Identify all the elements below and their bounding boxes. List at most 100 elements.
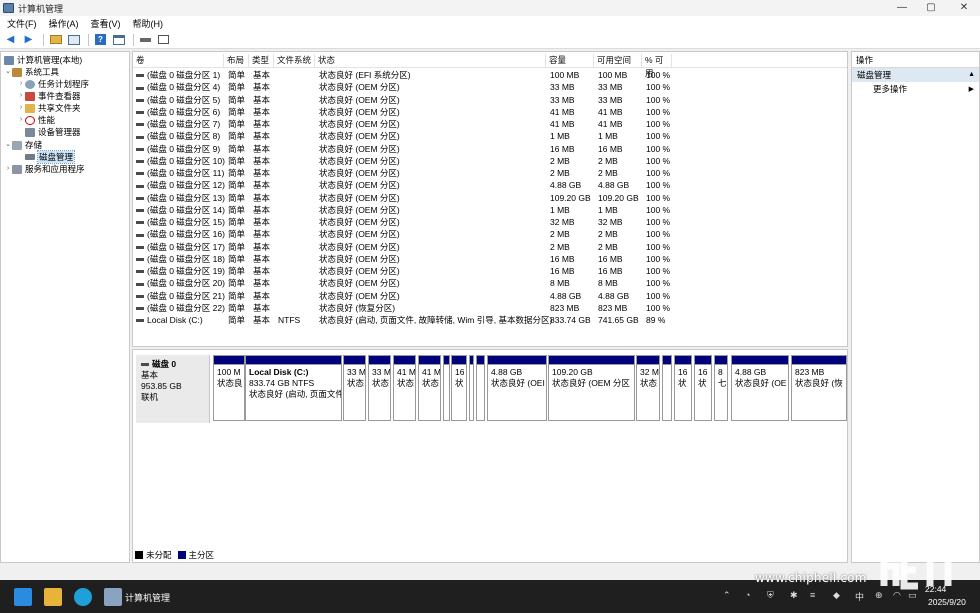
col-header-filesystem[interactable]: 文件系统 xyxy=(274,54,315,67)
collapse-up-icon[interactable]: ▲ xyxy=(968,68,975,82)
collapse-icon[interactable]: ⌄ xyxy=(4,139,12,151)
partition-block[interactable] xyxy=(476,355,485,421)
partition-block[interactable]: 16 状 xyxy=(674,355,692,421)
list-view-icon[interactable] xyxy=(156,33,171,47)
partition-block[interactable]: 33 M 状态 xyxy=(368,355,391,421)
table-row[interactable]: (磁盘 0 磁盘分区 5) 简单 基本 状态良好 (OEM 分区) 33 MB 33 MB… xyxy=(133,94,847,106)
taskbar-app-label[interactable]: 计算机管理 xyxy=(125,591,170,604)
partition-block[interactable] xyxy=(662,355,672,421)
edge-icon[interactable] xyxy=(74,588,92,606)
table-row[interactable]: (磁盘 0 磁盘分区 16) 简单 基本 状态良好 (OEM 分区) 2 MB 2 MB 1… xyxy=(133,228,847,240)
tree-device-manager[interactable]: 设备管理器 xyxy=(25,126,81,138)
table-row[interactable]: (磁盘 0 磁盘分区 7) 简单 基本 状态良好 (OEM 分区) 41 MB 41 MB… xyxy=(133,118,847,130)
expand-icon[interactable]: › xyxy=(17,90,25,102)
table-row[interactable]: (磁盘 0 磁盘分区 10) 简单 基本 状态良好 (OEM 分区) 2 MB 2 MB 1… xyxy=(133,155,847,167)
partition-block[interactable] xyxy=(443,355,450,421)
expand-icon[interactable]: › xyxy=(17,78,25,90)
tray-language-icon[interactable]: ⊕ xyxy=(875,590,883,601)
table-row[interactable]: (磁盘 0 磁盘分区 1) 简单 基本 状态良好 (EFI 系统分区) 100 MB 10… xyxy=(133,69,847,81)
tree-root[interactable]: 计算机管理(本地) xyxy=(4,54,82,66)
table-row[interactable]: (磁盘 0 磁盘分区 13) 简单 基本 状态良好 (OEM 分区) 109.20 GB… xyxy=(133,192,847,204)
partition-block[interactable]: 4.88 GB 状态良好 (OEI xyxy=(487,355,547,421)
properties-icon[interactable] xyxy=(111,33,126,47)
partition-block[interactable]: 41 M 状态 xyxy=(418,355,441,421)
table-row[interactable]: (磁盘 0 磁盘分区 9) 简单 基本 状态良好 (OEM 分区) 16 MB 16 MB… xyxy=(133,143,847,155)
partition-block[interactable]: 823 MB 状态良好 (恢 xyxy=(791,355,847,421)
table-row[interactable]: (磁盘 0 磁盘分区 14) 简单 基本 状态良好 (OEM 分区) 1 MB 1 MB 1… xyxy=(133,204,847,216)
partition-block[interactable] xyxy=(469,355,474,421)
table-row[interactable]: (磁盘 0 磁盘分区 17) 简单 基本 状态良好 (OEM 分区) 2 MB 2 MB 1… xyxy=(133,241,847,253)
connect-icon[interactable] xyxy=(138,33,153,47)
partition-block[interactable]: Local Disk (C:) 833.74 GB NTFS 状态良好 (启动, 页… xyxy=(245,355,342,421)
tree-performance[interactable]: › 性能 xyxy=(17,114,55,126)
partition-block[interactable]: 100 M 状态良 xyxy=(213,355,245,421)
table-row[interactable]: (磁盘 0 磁盘分区 18) 简单 基本 状态良好 (OEM 分区) 16 MB 16 M… xyxy=(133,253,847,265)
table-row[interactable]: (磁盘 0 磁盘分区 22) 简单 基本 状态良好 (恢复分区) 823 MB 823 M… xyxy=(133,302,847,314)
table-row[interactable]: (磁盘 0 磁盘分区 20) 简单 基本 状态良好 (OEM 分区) 8 MB 8 MB 1… xyxy=(133,277,847,289)
ime-indicator[interactable]: 中 xyxy=(855,590,864,603)
tray-shield-icon[interactable]: ⛨ xyxy=(767,590,774,601)
collapse-icon[interactable]: ⌄ xyxy=(4,66,12,78)
table-row[interactable]: (磁盘 0 磁盘分区 15) 简单 基本 状态良好 (OEM 分区) 32 MB 32 M… xyxy=(133,216,847,228)
col-header-volume[interactable]: 卷 xyxy=(133,54,224,67)
tree-system-tools[interactable]: ⌄ 系统工具 xyxy=(4,66,59,78)
expand-icon[interactable]: › xyxy=(17,114,25,126)
partition-block[interactable]: 33 M 状态 xyxy=(343,355,366,421)
table-row[interactable]: (磁盘 0 磁盘分区 8) 简单 基本 状态良好 (OEM 分区) 1 MB 1 MB 10… xyxy=(133,130,847,142)
partition-block[interactable]: 109.20 GB 状态良好 (OEM 分区 xyxy=(548,355,635,421)
col-header-free-space[interactable]: 可用空间 xyxy=(594,54,642,67)
taskbar-clock-date[interactable]: 2025/9/20 xyxy=(928,597,966,607)
col-header-type[interactable]: 类型 xyxy=(249,54,274,67)
table-row[interactable]: Local Disk (C:) 简单 基本 NTFS 状态良好 (启动, 页面文件, 故… xyxy=(133,314,847,326)
tree-disk-management[interactable]: 磁盘管理 xyxy=(25,150,76,164)
start-icon[interactable] xyxy=(14,588,32,606)
partition-block[interactable]: 4.88 GB 状态良好 (OE xyxy=(731,355,789,421)
disk-0-info[interactable]: 磁盘 0 基本 953.85 GB 联机 xyxy=(136,355,210,423)
menu-help[interactable]: 帮助(H) xyxy=(126,17,169,30)
expand-icon[interactable]: › xyxy=(17,102,25,114)
tray-app-icon[interactable]: ◆ xyxy=(833,590,840,601)
partition-block[interactable]: 8七 xyxy=(714,355,728,421)
menu-file[interactable]: 文件(F) xyxy=(0,17,42,30)
tray-overflow-icon[interactable]: ⌃ xyxy=(723,590,731,601)
menu-view[interactable]: 查看(V) xyxy=(84,17,126,30)
partition-block[interactable]: 41 M 状态 xyxy=(393,355,416,421)
maximize-button[interactable]: ▢ xyxy=(917,0,945,16)
tree-task-scheduler[interactable]: › 任务计划程序 xyxy=(17,78,89,90)
table-row[interactable]: (磁盘 0 磁盘分区 21) 简单 基本 状态良好 (OEM 分区) 4.88 GB 4.… xyxy=(133,290,847,302)
menu-action[interactable]: 操作(A) xyxy=(42,17,84,30)
col-header-capacity[interactable]: 容量 xyxy=(546,54,594,67)
minimize-button[interactable]: — xyxy=(888,0,916,16)
table-row[interactable]: (磁盘 0 磁盘分区 12) 简单 基本 状态良好 (OEM 分区) 4.88 GB 4.… xyxy=(133,179,847,191)
expand-icon[interactable]: › xyxy=(4,163,12,175)
actions-section-disk-management[interactable]: 磁盘管理 ▲ xyxy=(852,68,979,82)
help-icon[interactable]: ? xyxy=(93,33,108,47)
tray-wifi-icon[interactable]: ◠ xyxy=(893,590,901,601)
console-tree-icon[interactable] xyxy=(66,33,81,47)
table-row[interactable]: (磁盘 0 磁盘分区 6) 简单 基本 状态良好 (OEM 分区) 41 MB 41 MB… xyxy=(133,106,847,118)
more-actions-item[interactable]: 更多操作 ▶ xyxy=(852,82,979,97)
tree-storage[interactable]: ⌄ 存储 xyxy=(4,139,42,151)
close-button[interactable]: ✕ xyxy=(950,0,978,16)
up-folder-icon[interactable] xyxy=(48,33,63,47)
partition-block[interactable]: 16 状 xyxy=(451,355,467,421)
computer-management-taskbar-icon[interactable] xyxy=(104,588,122,606)
tray-network-icon[interactable]: ◔ xyxy=(745,590,750,600)
table-row[interactable]: (磁盘 0 磁盘分区 19) 简单 基本 状态良好 (OEM 分区) 16 MB 16 M… xyxy=(133,265,847,277)
col-header-status[interactable]: 状态 xyxy=(315,54,546,67)
tree-event-viewer[interactable]: › 事件查看器 xyxy=(17,90,81,102)
col-header-layout[interactable]: 布局 xyxy=(224,54,249,67)
partition-block[interactable]: 32 M 状态 xyxy=(636,355,660,421)
tray-battery-icon[interactable]: ▭ xyxy=(908,590,917,601)
partition-block[interactable]: 16 状 xyxy=(694,355,712,421)
back-icon[interactable]: ◀ xyxy=(3,33,18,47)
table-row[interactable]: (磁盘 0 磁盘分区 4) 简单 基本 状态良好 (OEM 分区) 33 MB 33 MB… xyxy=(133,81,847,93)
table-row[interactable]: (磁盘 0 磁盘分区 11) 简单 基本 状态良好 (OEM 分区) 2 MB 2 MB 1… xyxy=(133,167,847,179)
tray-settings-icon[interactable]: ≡ xyxy=(810,590,815,600)
col-header-percent-free[interactable]: % 可用 xyxy=(642,54,672,78)
tray-bluetooth-icon[interactable]: ✱ xyxy=(790,590,798,601)
forward-icon[interactable]: ▶ xyxy=(21,33,36,47)
file-explorer-icon[interactable] xyxy=(44,588,62,606)
tree-services-apps[interactable]: › 服务和应用程序 xyxy=(4,163,85,175)
tree-shared-folders[interactable]: › 共享文件夹 xyxy=(17,102,81,114)
